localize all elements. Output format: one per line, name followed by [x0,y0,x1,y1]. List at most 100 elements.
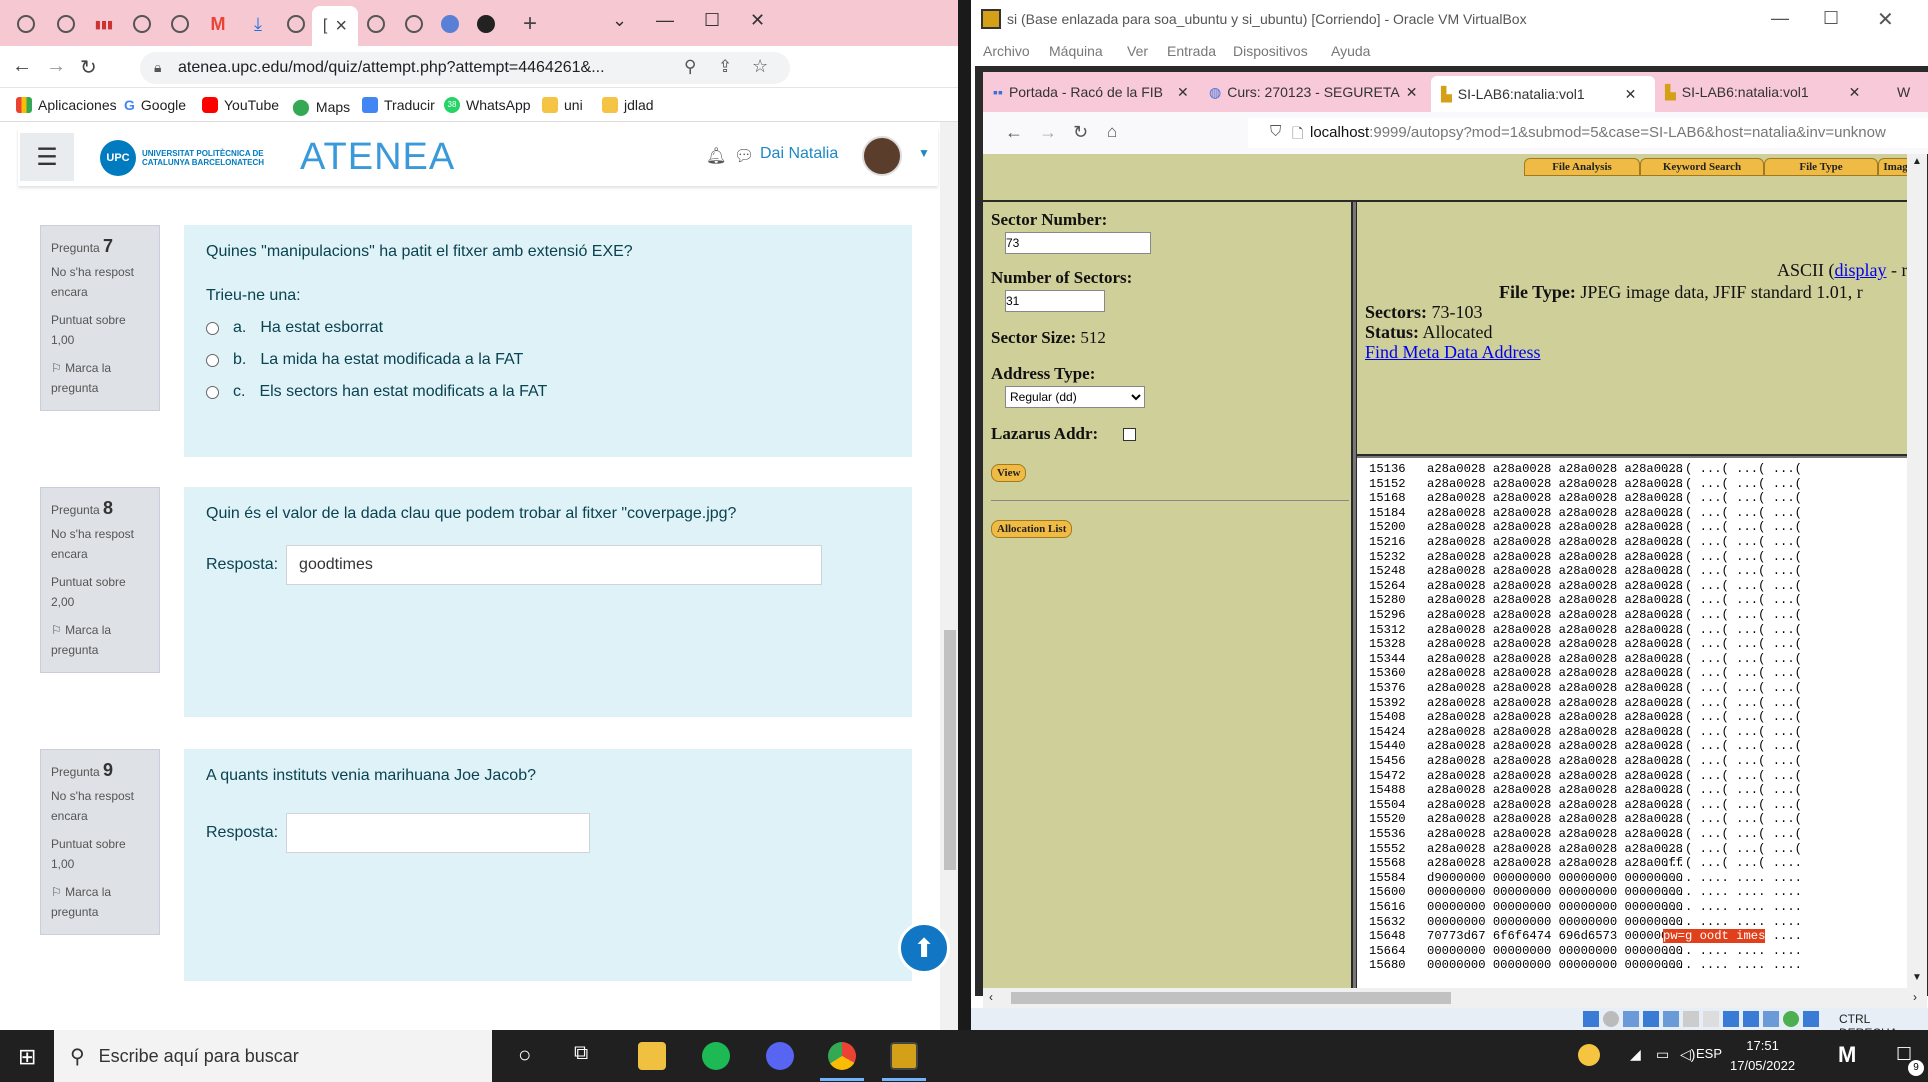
guest-vertical-scrollbar[interactable]: ▲ ▼ [1907,154,1927,988]
bookmark-google[interactable]: G Google [124,97,186,113]
menu-maquina[interactable]: Máquina [1049,43,1103,59]
view-button[interactable]: View [991,464,1027,482]
back-icon[interactable]: ← [1005,122,1023,143]
flag-question[interactable]: ⚐ Marca la pregunta [51,620,149,660]
scroll-right-icon[interactable]: › [1913,990,1917,1004]
find-meta-data-link[interactable]: Find Meta Data Address [1365,342,1540,363]
flag-question[interactable]: ⚐ Marca la pregunta [51,882,149,922]
page-scrollbar[interactable] [940,122,958,1030]
bell-icon[interactable]: 🔔︎ [706,146,726,166]
address-bar[interactable]: 🔒︎ atenea.upc.edu/mod/quiz/attempt.php?a… [140,52,790,84]
close-icon[interactable]: ✕ [1406,84,1418,101]
cortana-icon[interactable]: ○ [518,1042,531,1068]
answer-option[interactable]: c. Els sectors han estat modificats a la … [206,383,890,401]
back-to-top-button[interactable]: ⬆ [898,922,950,974]
tab-keyword-search[interactable]: Keyword Search [1640,158,1764,176]
forward-icon[interactable]: → [1039,122,1057,143]
radio-button[interactable] [206,385,219,399]
forward-icon[interactable]: → [46,55,66,78]
cpu-icon[interactable] [1743,1011,1759,1027]
atenea-logo[interactable]: ATENEA [300,136,455,179]
bookmark-uni[interactable]: uni [542,97,583,113]
minimize-icon[interactable]: — [656,10,674,31]
close-icon[interactable]: ✕ [1177,84,1189,101]
sector-number-input[interactable] [1005,232,1151,254]
keyboard-capture-icon[interactable] [1803,1011,1819,1027]
bookmark-apps[interactable]: Aplicaciones [16,97,117,113]
shared-folder-icon[interactable] [1683,1011,1699,1027]
close-window-icon[interactable]: ✕ [1877,7,1894,32]
maximize-icon[interactable]: ☐ [1823,8,1839,29]
tab-6[interactable]: M [196,9,240,39]
close-icon[interactable]: ✕ [1625,86,1637,103]
menu-ver[interactable]: Ver [1127,43,1148,59]
discord-icon[interactable] [766,1042,794,1070]
cd-icon[interactable] [1603,1011,1619,1027]
close-icon[interactable]: × [335,15,347,38]
display-icon[interactable] [1703,1011,1719,1027]
firefox-address-bar[interactable]: ⛉ 🗋 localhost:9999/autopsy?mod=1&submod=… [1248,118,1928,148]
spotify-icon[interactable] [702,1042,730,1070]
bookmark-whatsapp[interactable]: 38 WhatsApp [444,97,531,113]
audio-icon[interactable] [1623,1011,1639,1027]
tab-active[interactable]: [ × [312,6,358,46]
battery-icon[interactable]: ▭ [1656,1046,1669,1063]
share-icon[interactable]: ⇪ [718,57,732,77]
user-name[interactable]: Dai Natalia [760,145,838,163]
language-indicator[interactable]: ESP [1696,1046,1722,1061]
upc-logo[interactable]: UPC UNIVERSITAT POLITÈCNICA DE CATALUNYA… [100,140,282,176]
scroll-down-icon[interactable]: ▼ [1912,972,1922,983]
caret-down-icon[interactable]: ▼ [918,146,930,160]
bookmark-maps[interactable]: ⬤ Maps [292,97,350,117]
firefox-tab[interactable]: ◍ Curs: 270123 - SEGURETA ✕ [1199,72,1431,112]
flag-question[interactable]: ⚐ Marca la pregunta [51,358,149,398]
tab-1[interactable] [4,9,48,39]
firefox-tab-active[interactable]: ▙ SI-LAB6:natalia:vol1 ✕ [1431,76,1655,112]
hamburger-menu-button[interactable]: ☰ [20,133,74,181]
display-link[interactable]: display [1835,260,1887,280]
reload-icon[interactable]: ↻ [1073,122,1088,143]
bookmark-translate[interactable]: Traducir [362,97,435,113]
menu-entrada[interactable]: Entrada [1167,43,1216,59]
scrollbar-thumb[interactable] [1011,992,1451,1004]
network-icon[interactable] [1643,1011,1659,1027]
firefox-tab[interactable]: ▙ SI-LAB6:natalia:vol1 ✕ [1655,72,1887,112]
bookmark-jdlad[interactable]: jdlad [602,97,654,113]
tab-file-analysis[interactable]: File Analysis [1524,158,1640,176]
user-avatar[interactable] [862,136,902,176]
new-tab-button[interactable]: + [508,9,552,39]
scroll-up-icon[interactable]: ▲ [1912,156,1922,167]
tab-file-type[interactable]: File Type [1764,158,1878,176]
windows-start-icon[interactable]: ⊞ [18,1044,36,1070]
radio-button[interactable] [206,321,219,335]
reload-icon[interactable]: ↻ [80,55,97,80]
close-icon[interactable]: ✕ [1849,84,1861,101]
menu-dispositivos[interactable]: Dispositivos [1233,43,1308,59]
menu-ayuda[interactable]: Ayuda [1331,43,1370,59]
recording-icon[interactable] [1723,1011,1739,1027]
virtualbox-taskbar-icon[interactable] [890,1042,918,1070]
taskbar-clock[interactable]: 17:51 17/05/2022 [1730,1036,1795,1076]
file-explorer-icon[interactable] [638,1042,666,1070]
minimize-icon[interactable]: — [1771,8,1789,29]
tab-13[interactable] [464,9,508,39]
volume-icon[interactable]: ◁) [1680,1046,1695,1063]
close-window-icon[interactable]: ✕ [750,10,765,31]
task-view-icon[interactable]: ⧉ [574,1042,588,1065]
taskbar-search[interactable]: ⚲ Escribe aquí para buscar [54,1030,492,1082]
address-type-select[interactable]: Regular (dd) [1005,386,1145,408]
mouse-integration-icon[interactable] [1783,1011,1799,1027]
virtualization-icon[interactable] [1763,1011,1779,1027]
scrollbar-thumb[interactable] [944,630,956,870]
zoom-icon[interactable]: ⚲ [684,57,696,77]
wifi-icon[interactable]: ◢ [1630,1046,1641,1063]
firefox-tab[interactable]: ▪▪ Portada - Racó de la FIB ✕ [983,72,1199,112]
scroll-left-icon[interactable]: ‹ [989,990,993,1004]
meet-now-icon[interactable]: M [1838,1042,1856,1068]
answer-input[interactable] [286,813,591,853]
star-icon[interactable]: ☆ [752,56,768,77]
radio-button[interactable] [206,353,219,367]
lazarus-checkbox[interactable] [1123,428,1136,441]
chrome-icon[interactable] [828,1042,856,1070]
weather-icon[interactable] [1578,1044,1600,1066]
